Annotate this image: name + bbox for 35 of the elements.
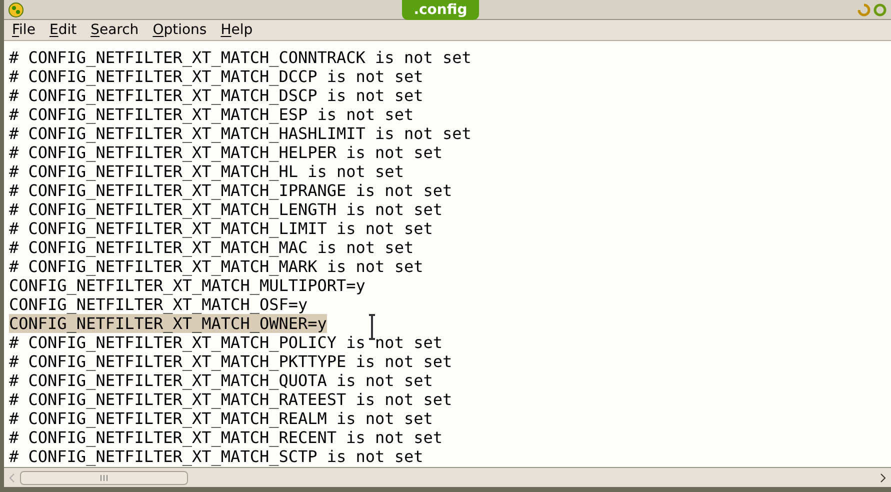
code-line: # CONFIG_NETFILTER_XT_MATCH_REALM is not set (9, 409, 433, 428)
scroll-left-icon[interactable] (8, 472, 16, 482)
menu-item[interactable]: Options (152, 20, 207, 40)
code-line: # CONFIG_NETFILTER_XT_MATCH_RATEEST is not set (9, 390, 452, 409)
code-line: # CONFIG_NETFILTER_XT_MATCH_HASHLIMIT is not set (9, 124, 472, 143)
code-line: # CONFIG_NETFILTER_XT_MATCH_QUOTA is not set (9, 371, 433, 390)
code-line: CONFIG_NETFILTER_XT_MATCH_OSF=y (9, 295, 308, 314)
code-line: CONFIG_NETFILTER_XT_MATCH_MULTIPORT=y (9, 276, 366, 295)
scroll-right-icon[interactable] (879, 472, 887, 482)
text-cursor-icon (367, 313, 377, 341)
grip-icon (100, 474, 108, 480)
code-line: # CONFIG_NETFILTER_XT_MATCH_POLICY is not set (9, 333, 442, 352)
horizontal-scrollbar[interactable] (4, 467, 891, 487)
code-line: # CONFIG_NETFILTER_XT_MATCH_SCTP is not set (9, 447, 424, 466)
window-title: .config (402, 0, 480, 20)
code-line: # CONFIG_NETFILTER_XT_MATCH_IPRANGE is not set (9, 181, 452, 200)
code-line: # CONFIG_NETFILTER_XT_MATCH_DSCP is not set (9, 86, 424, 105)
code-line: # CONFIG_NETFILTER_XT_MATCH_LIMIT is not set (9, 219, 433, 238)
code-line: # CONFIG_NETFILTER_XT_MATCH_HELPER is not set (9, 143, 442, 162)
code-line: # CONFIG_NETFILTER_XT_MATCH_MARK is not set (9, 257, 424, 276)
code-line: # CONFIG_NETFILTER_XT_MATCH_LENGTH is not set (9, 200, 442, 219)
code-line: # CONFIG_NETFILTER_XT_MATCH_HL is not set (9, 162, 404, 181)
menu-item[interactable]: File (12, 20, 36, 40)
text-editor[interactable] (4, 41, 891, 467)
menu-item[interactable]: Edit (49, 20, 77, 40)
app-icon[interactable] (8, 2, 24, 18)
code-line: # CONFIG_NETFILTER_XT_MATCH_ESP is not set (9, 105, 414, 124)
code-line: # CONFIG_NETFILTER_XT_MATCH_MAC is not set (9, 238, 414, 257)
code-line: # CONFIG_NETFILTER_XT_MATCH_DCCP is not set (9, 67, 424, 86)
menu-item[interactable]: Help (220, 20, 253, 40)
code-line: # CONFIG_NETFILTER_XT_MATCH_CONNTRACK is not set (9, 48, 472, 67)
scrollbar-thumb[interactable] (20, 470, 188, 484)
code-line: # CONFIG_NETFILTER_XT_MATCH_PKTTYPE is not set (9, 352, 452, 371)
menu-item[interactable]: Search (90, 20, 139, 40)
code-line: # CONFIG_NETFILTER_XT_MATCH_RECENT is not set (9, 428, 442, 447)
